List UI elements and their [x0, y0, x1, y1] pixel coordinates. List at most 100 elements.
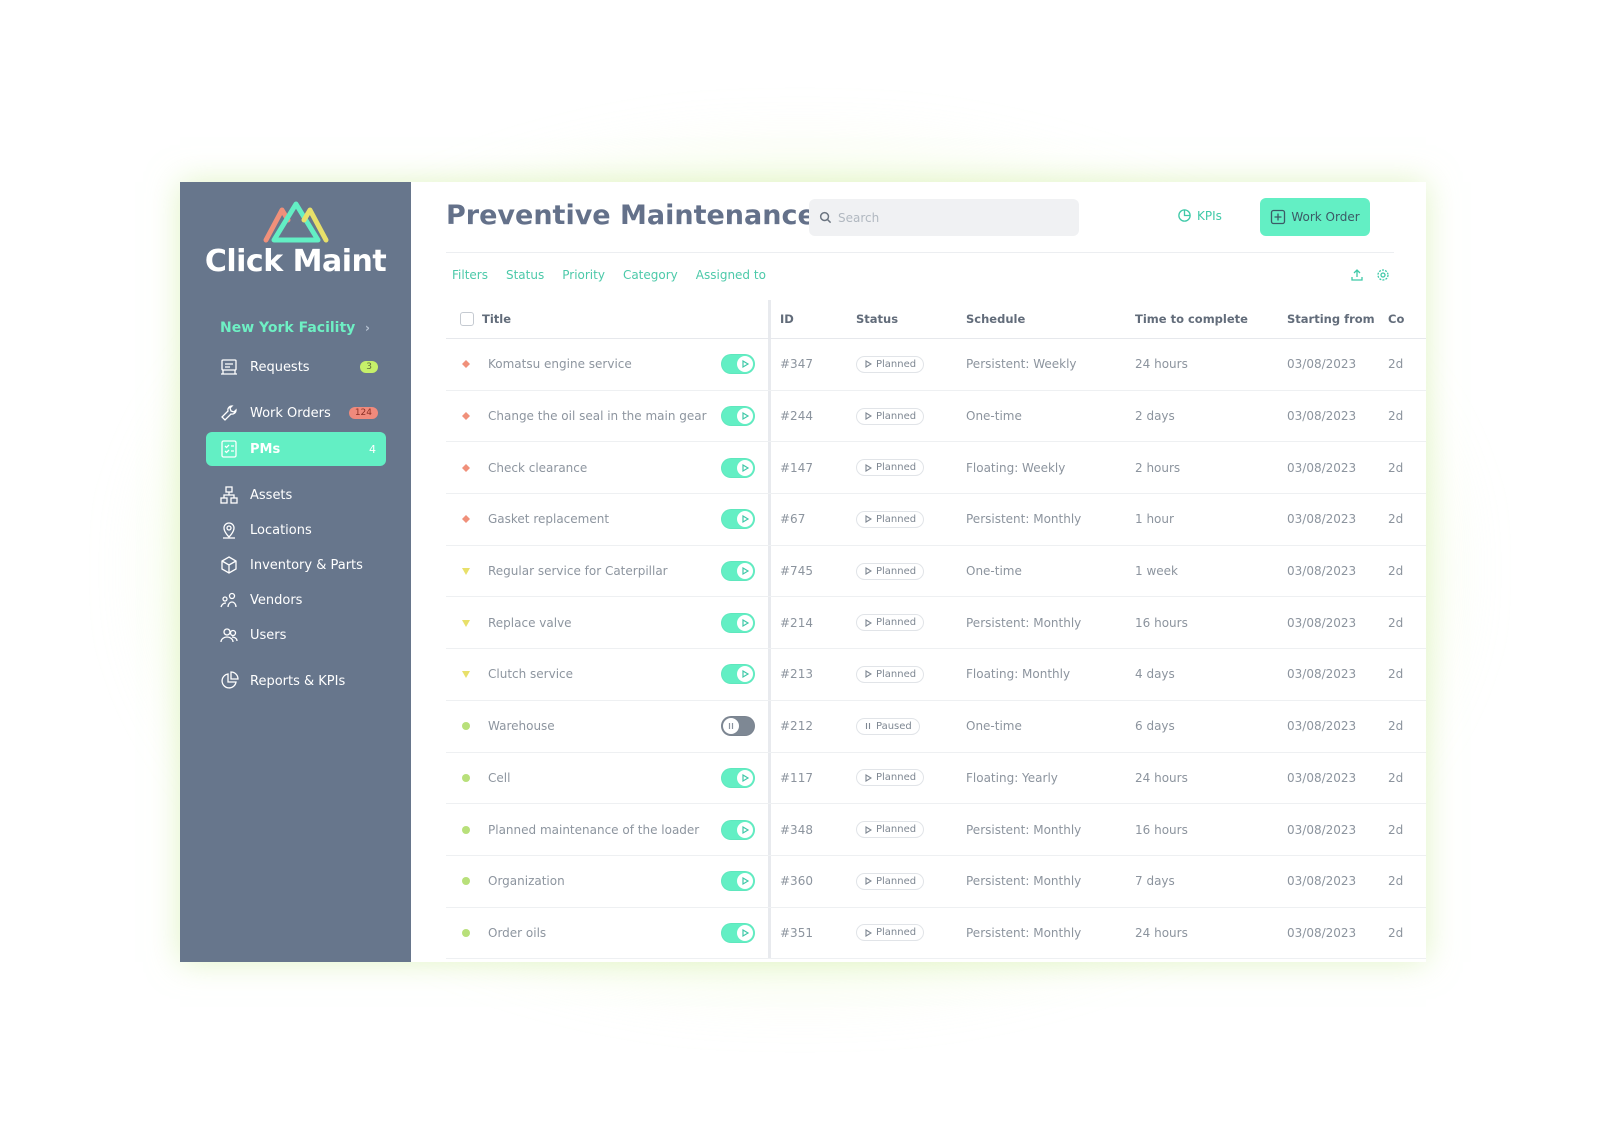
- pm-schedule: Persistent: Monthly: [966, 925, 1082, 940]
- pm-enabled-toggle[interactable]: [721, 819, 755, 840]
- pm-enabled-toggle[interactable]: [721, 716, 755, 737]
- export-icon[interactable]: [1350, 268, 1364, 282]
- search-box[interactable]: [809, 199, 1079, 236]
- play-icon: [737, 356, 753, 373]
- pm-enabled-toggle[interactable]: [721, 509, 755, 530]
- table-row[interactable]: Cell #117 Planned Floating: Yearly 24 hours 0…: [446, 752, 1426, 805]
- table-row[interactable]: Clutch service #213 Planned Floating: Month…: [446, 649, 1426, 701]
- pm-starting-from: 03/08/2023: [1287, 409, 1357, 424]
- pm-id: #214: [780, 615, 813, 630]
- pm-id: #745: [780, 564, 813, 579]
- play-icon: [864, 515, 872, 524]
- status-badge: Planned: [856, 924, 925, 942]
- sidebar: Click Maint New York Facility › Requests…: [180, 182, 411, 962]
- pm-starting-from: 03/08/2023: [1287, 719, 1357, 734]
- search-input[interactable]: [836, 209, 1060, 226]
- pm-extra-column: 2d: [1388, 512, 1404, 527]
- pm-enabled-toggle[interactable]: [721, 767, 755, 788]
- facility-label: New York Facility: [220, 320, 356, 336]
- add-work-order-button[interactable]: Work Order: [1260, 198, 1370, 236]
- table-row[interactable]: Planned maintenance of the loader #348 Pla…: [446, 804, 1426, 856]
- sidebar-item-inventory-parts[interactable]: Inventory & Parts: [206, 548, 386, 582]
- pm-extra-column: 2d: [1388, 667, 1404, 682]
- pm-time-to-complete: 4 days: [1135, 667, 1175, 682]
- column-header-id[interactable]: ID: [780, 312, 794, 326]
- pm-enabled-toggle[interactable]: [721, 406, 755, 427]
- pm-enabled-toggle[interactable]: [721, 871, 755, 892]
- table-header-row: Title ID Status Schedule Time to complet…: [446, 300, 1426, 339]
- pm-starting-from: 03/08/2023: [1287, 357, 1357, 372]
- table-row[interactable]: Change the oil seal in the main gear #244…: [446, 390, 1426, 443]
- pm-enabled-toggle[interactable]: [721, 457, 755, 478]
- filter-priority[interactable]: Priority: [562, 268, 605, 282]
- column-header-schedule[interactable]: Schedule: [966, 312, 1025, 326]
- sidebar-item-label: Reports & KPIs: [250, 673, 346, 689]
- filter-filters[interactable]: Filters: [452, 268, 488, 282]
- sidebar-item-work-orders[interactable]: Work Orders 124: [206, 396, 386, 430]
- pm-enabled-toggle[interactable]: [721, 922, 755, 943]
- play-icon: [737, 821, 753, 838]
- table-row[interactable]: Warehouse #212 Paused One-time 6 days 03/08/2…: [446, 700, 1426, 753]
- pm-schedule: Floating: Monthly: [966, 667, 1071, 682]
- pm-starting-from: 03/08/2023: [1287, 564, 1357, 579]
- filter-bar: Filters Status Priority Category Assigne…: [452, 268, 766, 282]
- kpis-button[interactable]: KPIs: [1177, 208, 1222, 223]
- sidebar-item-vendors[interactable]: Vendors: [206, 583, 386, 617]
- pm-enabled-toggle[interactable]: [721, 664, 755, 685]
- chevron-right-icon: ›: [365, 321, 370, 335]
- table-row[interactable]: Gasket replacement #67 Planned Persistent: …: [446, 494, 1426, 546]
- table-row[interactable]: Order oils #351 Planned Persistent: Monthly…: [446, 907, 1426, 960]
- pm-schedule: Persistent: Monthly: [966, 615, 1082, 630]
- pm-id: #351: [780, 925, 813, 940]
- priority-low-icon: [461, 773, 471, 783]
- table-row[interactable]: Check clearance #147 Planned Floating: Week…: [446, 442, 1426, 495]
- column-divider: [768, 494, 771, 545]
- sidebar-item-locations[interactable]: Locations: [206, 513, 386, 547]
- column-header-status[interactable]: Status: [856, 312, 898, 326]
- play-icon: [864, 670, 872, 679]
- column-header-start[interactable]: Starting from: [1287, 312, 1375, 326]
- play-icon: [737, 873, 753, 890]
- pie-chart-icon: [1177, 208, 1192, 223]
- work-orders-count-badge: 124: [348, 407, 378, 419]
- column-header-title[interactable]: Title: [482, 312, 511, 326]
- select-all-checkbox[interactable]: [460, 312, 474, 326]
- sidebar-item-reports-kpis[interactable]: Reports & KPIs: [206, 664, 386, 698]
- status-badge: Planned: [856, 355, 925, 373]
- pm-time-to-complete: 16 hours: [1135, 822, 1188, 837]
- pm-id: #67: [780, 512, 806, 527]
- pm-time-to-complete: 2 days: [1135, 409, 1175, 424]
- plus-square-icon: [1270, 209, 1286, 225]
- map-pin-icon: [218, 519, 240, 541]
- checklist-icon: [218, 438, 240, 460]
- priority-high-icon: [461, 359, 471, 369]
- sidebar-item-assets[interactable]: Assets: [206, 478, 386, 512]
- click-maint-logo-icon: [263, 201, 329, 243]
- sidebar-item-requests[interactable]: Requests 3: [206, 350, 386, 384]
- pm-time-to-complete: 16 hours: [1135, 615, 1188, 630]
- filter-status[interactable]: Status: [506, 268, 544, 282]
- filter-assigned-to[interactable]: Assigned to: [696, 268, 766, 282]
- pm-starting-from: 03/08/2023: [1287, 460, 1357, 475]
- pm-enabled-toggle[interactable]: [721, 612, 755, 633]
- status-badge: Planned: [856, 872, 925, 890]
- pm-extra-column: 2d: [1388, 874, 1404, 889]
- table-row[interactable]: Komatsu engine service #347 Planned Persist…: [446, 339, 1426, 391]
- status-label: Planned: [876, 824, 917, 836]
- status-label: Planned: [876, 875, 917, 887]
- sidebar-item-pms[interactable]: PMs 4: [206, 432, 386, 466]
- table-row[interactable]: Replace valve #214 Planned Persistent: Mont…: [446, 597, 1426, 650]
- sidebar-item-label: Assets: [250, 487, 293, 503]
- column-header-extra[interactable]: Co: [1388, 312, 1406, 326]
- column-divider: [768, 300, 771, 338]
- column-header-time[interactable]: Time to complete: [1135, 312, 1248, 326]
- work-order-label: Work Order: [1291, 210, 1360, 224]
- settings-gear-icon[interactable]: [1376, 268, 1390, 282]
- table-row[interactable]: Organization #360 Planned Persistent: Month…: [446, 855, 1426, 908]
- facility-selector[interactable]: New York Facility ›: [220, 320, 370, 336]
- table-row[interactable]: Regular service for Caterpillar #745 Plann…: [446, 545, 1426, 598]
- filter-category[interactable]: Category: [623, 268, 678, 282]
- pm-enabled-toggle[interactable]: [721, 354, 755, 375]
- pm-enabled-toggle[interactable]: [721, 561, 755, 582]
- sidebar-item-users[interactable]: Users: [206, 618, 386, 652]
